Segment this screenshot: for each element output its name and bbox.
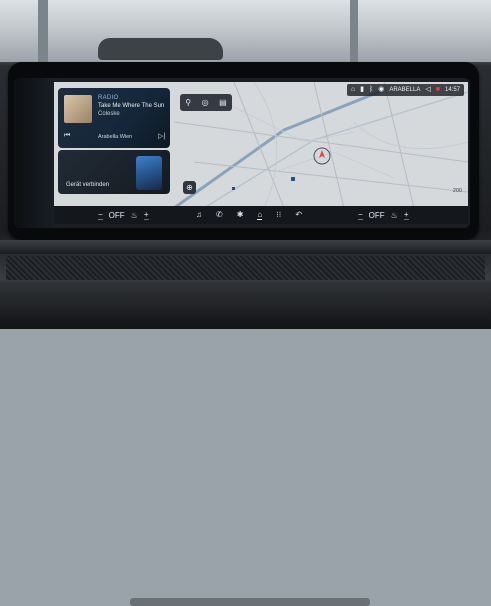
search-icon[interactable]: ⚲ xyxy=(185,98,191,107)
apps-icon[interactable]: ⁝⁝ xyxy=(276,210,281,220)
radio-icon: ◉ xyxy=(378,86,385,93)
app-dock: ♫ ✆ ✱ ⌂ ⁝⁝ ↶ xyxy=(196,210,302,220)
map-toolbar: ⚲ ◎ ▤ xyxy=(180,94,232,111)
media-source: RADIO xyxy=(98,95,119,101)
seat-heat-left-icon[interactable]: ♨ xyxy=(131,211,138,220)
climate-left-value[interactable]: OFF xyxy=(109,211,125,220)
back-icon[interactable]: ↶ xyxy=(295,210,302,220)
temp-down-right-button[interactable]: − xyxy=(358,210,363,220)
phone-icon[interactable]: ✆ xyxy=(216,210,223,220)
support-beam xyxy=(38,0,48,62)
skip-back-icon[interactable]: ⏮ xyxy=(64,132,70,140)
parking-icon[interactable]: ◎ xyxy=(202,98,209,107)
profile-icon: ⌂ xyxy=(350,86,356,93)
status-bar: ⌂ ▮ ᛒ ◉ ARABELLA ◁ ■ 14:57 xyxy=(346,84,464,96)
support-beam xyxy=(350,0,358,62)
volume-icon: ◁ xyxy=(425,86,431,93)
carbon-fiber-trim xyxy=(6,256,485,280)
status-station: ARABELLA xyxy=(389,87,421,93)
map-options-button[interactable]: ⊕ xyxy=(183,181,196,194)
phone-signal-icon: ▮ xyxy=(360,86,365,93)
seat-heat-right-icon[interactable]: ♨ xyxy=(391,211,398,220)
garage-ceiling xyxy=(0,0,491,62)
alert-icon: ■ xyxy=(435,86,440,93)
temp-down-left-button[interactable]: − xyxy=(98,210,103,220)
media-widget[interactable]: RADIO Take Me Where The Sun Coleske ⏮ Ar… xyxy=(58,88,170,148)
air-vent xyxy=(130,598,370,606)
dashboard-trim xyxy=(0,240,491,254)
infotainment-screen: ⌂ ▮ ᛒ ◉ ARABELLA ◁ ■ 14:57 RADIO Take Me… xyxy=(14,78,470,228)
track-title: Take Me Where The Sun xyxy=(98,103,165,109)
skip-forward-icon[interactable]: ▷| xyxy=(158,132,165,140)
music-icon[interactable]: ♫ xyxy=(196,210,202,220)
connect-device-label: Gerät verbinden xyxy=(66,182,110,188)
climate-right-value[interactable]: OFF xyxy=(369,211,385,220)
fan-icon[interactable]: ✱ xyxy=(237,210,244,220)
phone-connect-widget[interactable]: Gerät verbinden xyxy=(58,150,170,194)
dashboard-lower xyxy=(0,282,491,606)
bottom-control-bar: − OFF ♨ + ♫ ✆ ✱ ⌂ ⁝⁝ ↶ − OFF ♨ + xyxy=(54,206,468,224)
parked-car xyxy=(98,38,223,60)
climate-left: − OFF ♨ + xyxy=(98,210,149,220)
climate-right: − OFF ♨ + xyxy=(358,210,409,220)
bluetooth-icon: ᛒ xyxy=(369,86,374,93)
home-icon[interactable]: ⌂ xyxy=(257,210,263,220)
temp-up-right-button[interactable]: + xyxy=(403,210,409,220)
map-scale: 200 xyxy=(452,188,462,194)
bookmark-icon[interactable]: ▤ xyxy=(219,98,227,107)
status-time: 14:57 xyxy=(444,87,460,93)
radio-station: Arabella Wien xyxy=(98,134,133,140)
smartphone-icon xyxy=(136,156,162,190)
track-artist: Coleske xyxy=(98,111,120,117)
album-art xyxy=(64,95,92,123)
temp-up-left-button[interactable]: + xyxy=(143,210,149,220)
